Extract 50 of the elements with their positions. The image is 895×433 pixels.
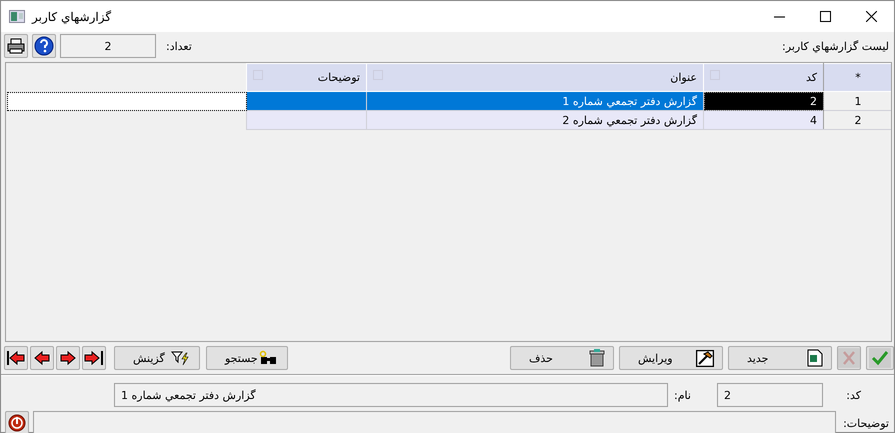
help-icon (34, 36, 54, 56)
ok-button[interactable] (866, 346, 894, 370)
print-button[interactable] (4, 34, 28, 58)
last-button[interactable] (82, 346, 106, 370)
help-button[interactable] (32, 34, 56, 58)
search-button[interactable]: جستجو (206, 346, 288, 370)
row-header: * (824, 64, 891, 92)
previous-button[interactable] (30, 346, 54, 370)
next-button[interactable] (56, 346, 80, 370)
new-document-icon (807, 349, 823, 367)
edit-button[interactable]: ویرایش (619, 346, 723, 370)
filter-button[interactable]: گزینش (114, 346, 200, 370)
window-title: گزارشهاي کاربر (32, 10, 112, 24)
hammer-icon (696, 350, 714, 366)
table-cell: گزارش دفتر تجمعي شماره 1 (366, 92, 704, 110)
column-header[interactable]: کد (704, 64, 824, 92)
row-number[interactable]: 2 (824, 110, 891, 130)
right-arrow-icon (59, 350, 77, 366)
checkmark-icon (871, 350, 889, 366)
count-field: 2 (60, 34, 156, 58)
list-label: لیست گزارشهاي کاربر: (782, 40, 889, 52)
window-icon (9, 10, 25, 23)
column-header[interactable]: توضیحات (246, 64, 366, 92)
table-cell: 2 (704, 92, 824, 110)
filter-icon (171, 350, 191, 366)
code-label: کد: (846, 388, 861, 402)
power-icon (8, 414, 26, 432)
column-header[interactable]: عنوان (366, 64, 704, 92)
new-button[interactable]: جدید (728, 346, 832, 370)
first-arrow-icon (6, 350, 26, 366)
trash-icon (589, 349, 605, 367)
table-cell: 4 (704, 110, 824, 130)
last-arrow-icon (84, 350, 104, 366)
row-number[interactable]: 1 (824, 92, 891, 110)
name-field[interactable]: گزارش دفتر تجمعي شماره 1 (114, 383, 668, 407)
binoculars-icon (259, 350, 279, 366)
description-label: توضیحات: (843, 416, 889, 430)
left-arrow-icon (33, 350, 51, 366)
description-field[interactable] (33, 411, 836, 433)
close-icon (866, 11, 876, 22)
maximize-icon (820, 11, 830, 22)
name-label: نام: (674, 388, 691, 402)
delete-button[interactable]: حذف (510, 346, 614, 370)
exit-button[interactable] (5, 411, 29, 433)
first-button[interactable] (4, 346, 28, 370)
table-cell: گزارش دفتر تجمعي شماره 2 (366, 110, 704, 130)
count-label: تعداد: (166, 40, 192, 52)
code-field[interactable]: 2 (716, 383, 823, 407)
printer-icon (7, 38, 25, 54)
cancel-icon (841, 350, 857, 366)
